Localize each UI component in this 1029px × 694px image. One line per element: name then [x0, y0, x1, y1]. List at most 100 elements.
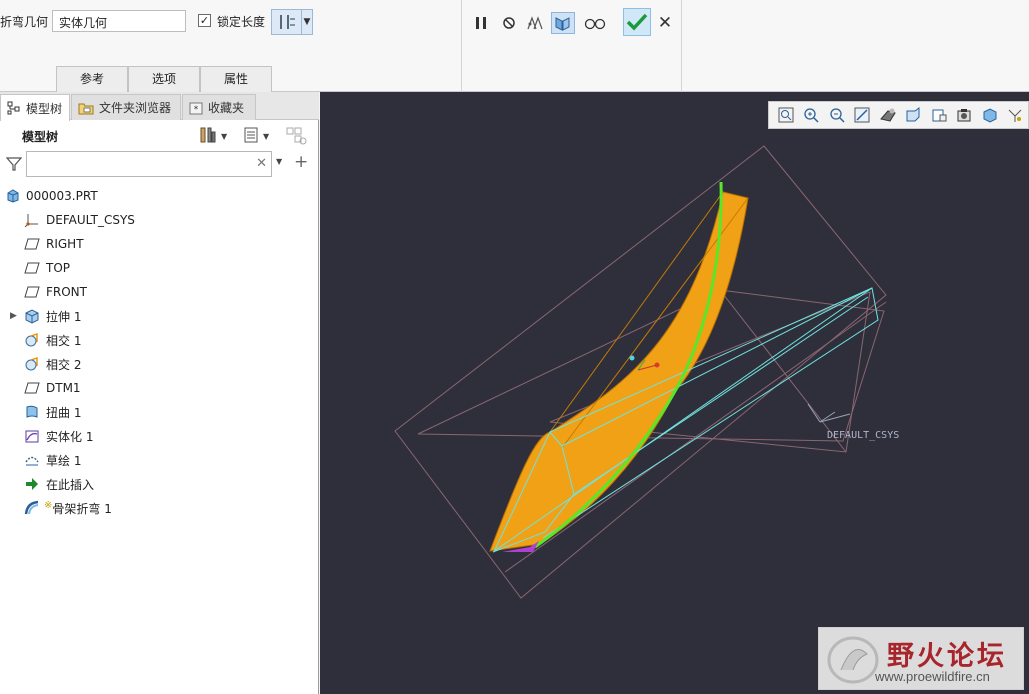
perspective-icon[interactable] — [875, 103, 901, 127]
tools-icon — [199, 126, 217, 147]
list-icon — [243, 126, 259, 147]
zoom-in-icon[interactable] — [799, 103, 825, 127]
lock-length-checkbox[interactable]: ✓ — [198, 14, 211, 27]
attach-preview-icon[interactable] — [524, 12, 548, 34]
display-style-icon[interactable] — [901, 103, 927, 127]
clear-icon[interactable]: ✕ — [256, 156, 267, 171]
tree-item-label-text: 骨架折弯 1 — [52, 501, 112, 516]
tab-model-tree[interactable]: 模型树 — [0, 94, 70, 121]
default-csys-axes — [807, 403, 851, 423]
intersect-icon — [24, 356, 40, 372]
ribbon-settings-group: 折弯几何 实体几何 ✓ 锁定长度 ▼ 参考 选项 属性 — [0, 0, 462, 92]
tree-item-front[interactable]: FRONT — [0, 280, 312, 304]
insert-here-icon — [24, 476, 40, 492]
model-tree-icon — [7, 101, 21, 115]
length-control-button[interactable]: ▼ — [271, 9, 313, 35]
refit-icon[interactable] — [773, 103, 799, 127]
tab-properties[interactable]: 属性 — [200, 66, 272, 92]
tree-item-csys[interactable]: DEFAULT_CSYS — [0, 208, 312, 232]
tree-item-label: FRONT — [46, 285, 87, 299]
graphics-viewport[interactable]: DEFAULT_CSYS 野火论坛 www.proewildfire.cn — [320, 92, 1029, 694]
watermark-text: 野火论坛 — [887, 641, 1007, 672]
extrude-icon — [24, 308, 40, 324]
tree-item-label: TOP — [46, 261, 71, 275]
tree-search-input[interactable]: ✕ — [26, 151, 272, 177]
ribbon-tabs: 参考 选项 属性 — [56, 66, 272, 92]
cancel-button[interactable]: ✕ — [656, 12, 674, 34]
model-canvas[interactable]: DEFAULT_CSYS — [320, 92, 1029, 694]
intersect-icon — [24, 332, 40, 348]
datum-plane-icon — [24, 236, 40, 252]
spinal-bend-icon — [24, 500, 40, 516]
tree-item-intersect-1[interactable]: 相交 1 — [0, 328, 312, 352]
bend-geometry-field[interactable]: 实体几何 — [52, 10, 186, 32]
tree-columns-button[interactable] — [286, 126, 308, 149]
datum-plane-icon — [24, 380, 40, 396]
tab-favorites[interactable]: * 收藏夹 — [182, 94, 256, 120]
tree-item-label: 在此插入 — [46, 477, 95, 492]
warp-icon — [24, 404, 40, 420]
tree-item-extrude[interactable]: ▶ 拉伸 1 — [0, 304, 312, 328]
pause-icon[interactable] — [469, 12, 493, 34]
tree-item-label: 实体化 1 — [46, 429, 94, 444]
add-icon[interactable]: + — [294, 152, 308, 172]
bend-geometry-label: 折弯几何 — [0, 15, 49, 29]
tree-item-solidify[interactable]: 实体化 1 — [0, 424, 312, 448]
length-control-icon — [272, 10, 302, 34]
tree-item-label: ※骨架折弯 1 — [44, 500, 112, 517]
tab-options[interactable]: 选项 — [128, 66, 200, 92]
tab-references[interactable]: 参考 — [56, 66, 128, 92]
section-view-icon[interactable] — [977, 103, 1003, 127]
datum-display-icon[interactable] — [1003, 103, 1029, 127]
wildfire-logo-icon — [827, 636, 879, 684]
navigator-tabs: 模型树 文件夹浏览器 * 收藏夹 — [0, 92, 319, 121]
tree-item-dtm1[interactable]: DTM1 — [0, 376, 312, 400]
expand-arrow-icon[interactable]: ▶ — [10, 311, 20, 321]
tree-item-part[interactable]: 000003.PRT — [0, 184, 312, 208]
navigator-panel: 模型树 文件夹浏览器 * 收藏夹 模型树 ▼ ▼ ✕ ▼ + 000003.PR… — [0, 92, 319, 694]
tab-folder-browser[interactable]: 文件夹浏览器 — [71, 94, 181, 120]
tree-item-right[interactable]: RIGHT — [0, 232, 312, 256]
tree-item-spinal-bend[interactable]: ※骨架折弯 1 — [0, 496, 312, 520]
tree-item-label: DTM1 — [46, 381, 81, 395]
tree-item-label: 相交 2 — [46, 357, 82, 372]
tree-item-label: 扭曲 1 — [46, 405, 82, 420]
tree-show-button[interactable]: ▼ — [243, 126, 269, 147]
tab-folder-browser-label: 文件夹浏览器 — [99, 101, 172, 115]
datum-plane-icon — [24, 260, 40, 276]
solidify-icon — [24, 428, 40, 444]
no-preview-icon[interactable] — [497, 12, 521, 34]
tree-item-label: 相交 1 — [46, 333, 82, 348]
chevron-down-icon: ▼ — [303, 17, 311, 27]
chevron-down-icon[interactable]: ▼ — [276, 157, 282, 166]
tree-item-label: DEFAULT_CSYS — [46, 213, 135, 227]
zoom-out-icon[interactable] — [824, 103, 850, 127]
checkmark-icon — [626, 13, 648, 31]
tree-item-warp[interactable]: 扭曲 1 — [0, 400, 312, 424]
columns-icon — [286, 126, 308, 149]
tree-item-label: RIGHT — [46, 237, 84, 251]
default-csys-label: DEFAULT_CSYS — [827, 430, 899, 441]
filter-icon[interactable] — [5, 156, 23, 175]
favorites-icon: * — [189, 101, 203, 115]
verify-mode-icon[interactable] — [583, 12, 607, 34]
tree-item-sketch[interactable]: 草绘 1 — [0, 448, 312, 472]
datum-plane-icon — [24, 284, 40, 300]
view-manager-icon[interactable] — [952, 103, 978, 127]
saved-views-icon[interactable] — [926, 103, 952, 127]
tab-favorites-label: 收藏夹 — [208, 101, 245, 115]
svg-text:*: * — [194, 105, 199, 115]
tree-settings-button[interactable]: ▼ — [199, 126, 227, 147]
ok-button[interactable] — [623, 8, 651, 36]
dashboard-ribbon: 折弯几何 实体几何 ✓ 锁定长度 ▼ 参考 选项 属性 ✕ — [0, 0, 1029, 92]
tree-item-intersect-2[interactable]: 相交 2 — [0, 352, 312, 376]
folder-browser-icon — [78, 101, 94, 115]
repaint-icon[interactable] — [850, 103, 876, 127]
tree-item-label: 拉伸 1 — [46, 309, 82, 324]
geometry-preview-icon[interactable] — [551, 12, 575, 34]
view-toolbar — [768, 101, 1029, 129]
tree-item-top[interactable]: TOP — [0, 256, 312, 280]
chevron-down-icon: ▼ — [263, 132, 270, 141]
watermark-logo: 野火论坛 www.proewildfire.cn — [818, 627, 1024, 690]
tree-item-insert-here[interactable]: 在此插入 — [0, 472, 312, 496]
